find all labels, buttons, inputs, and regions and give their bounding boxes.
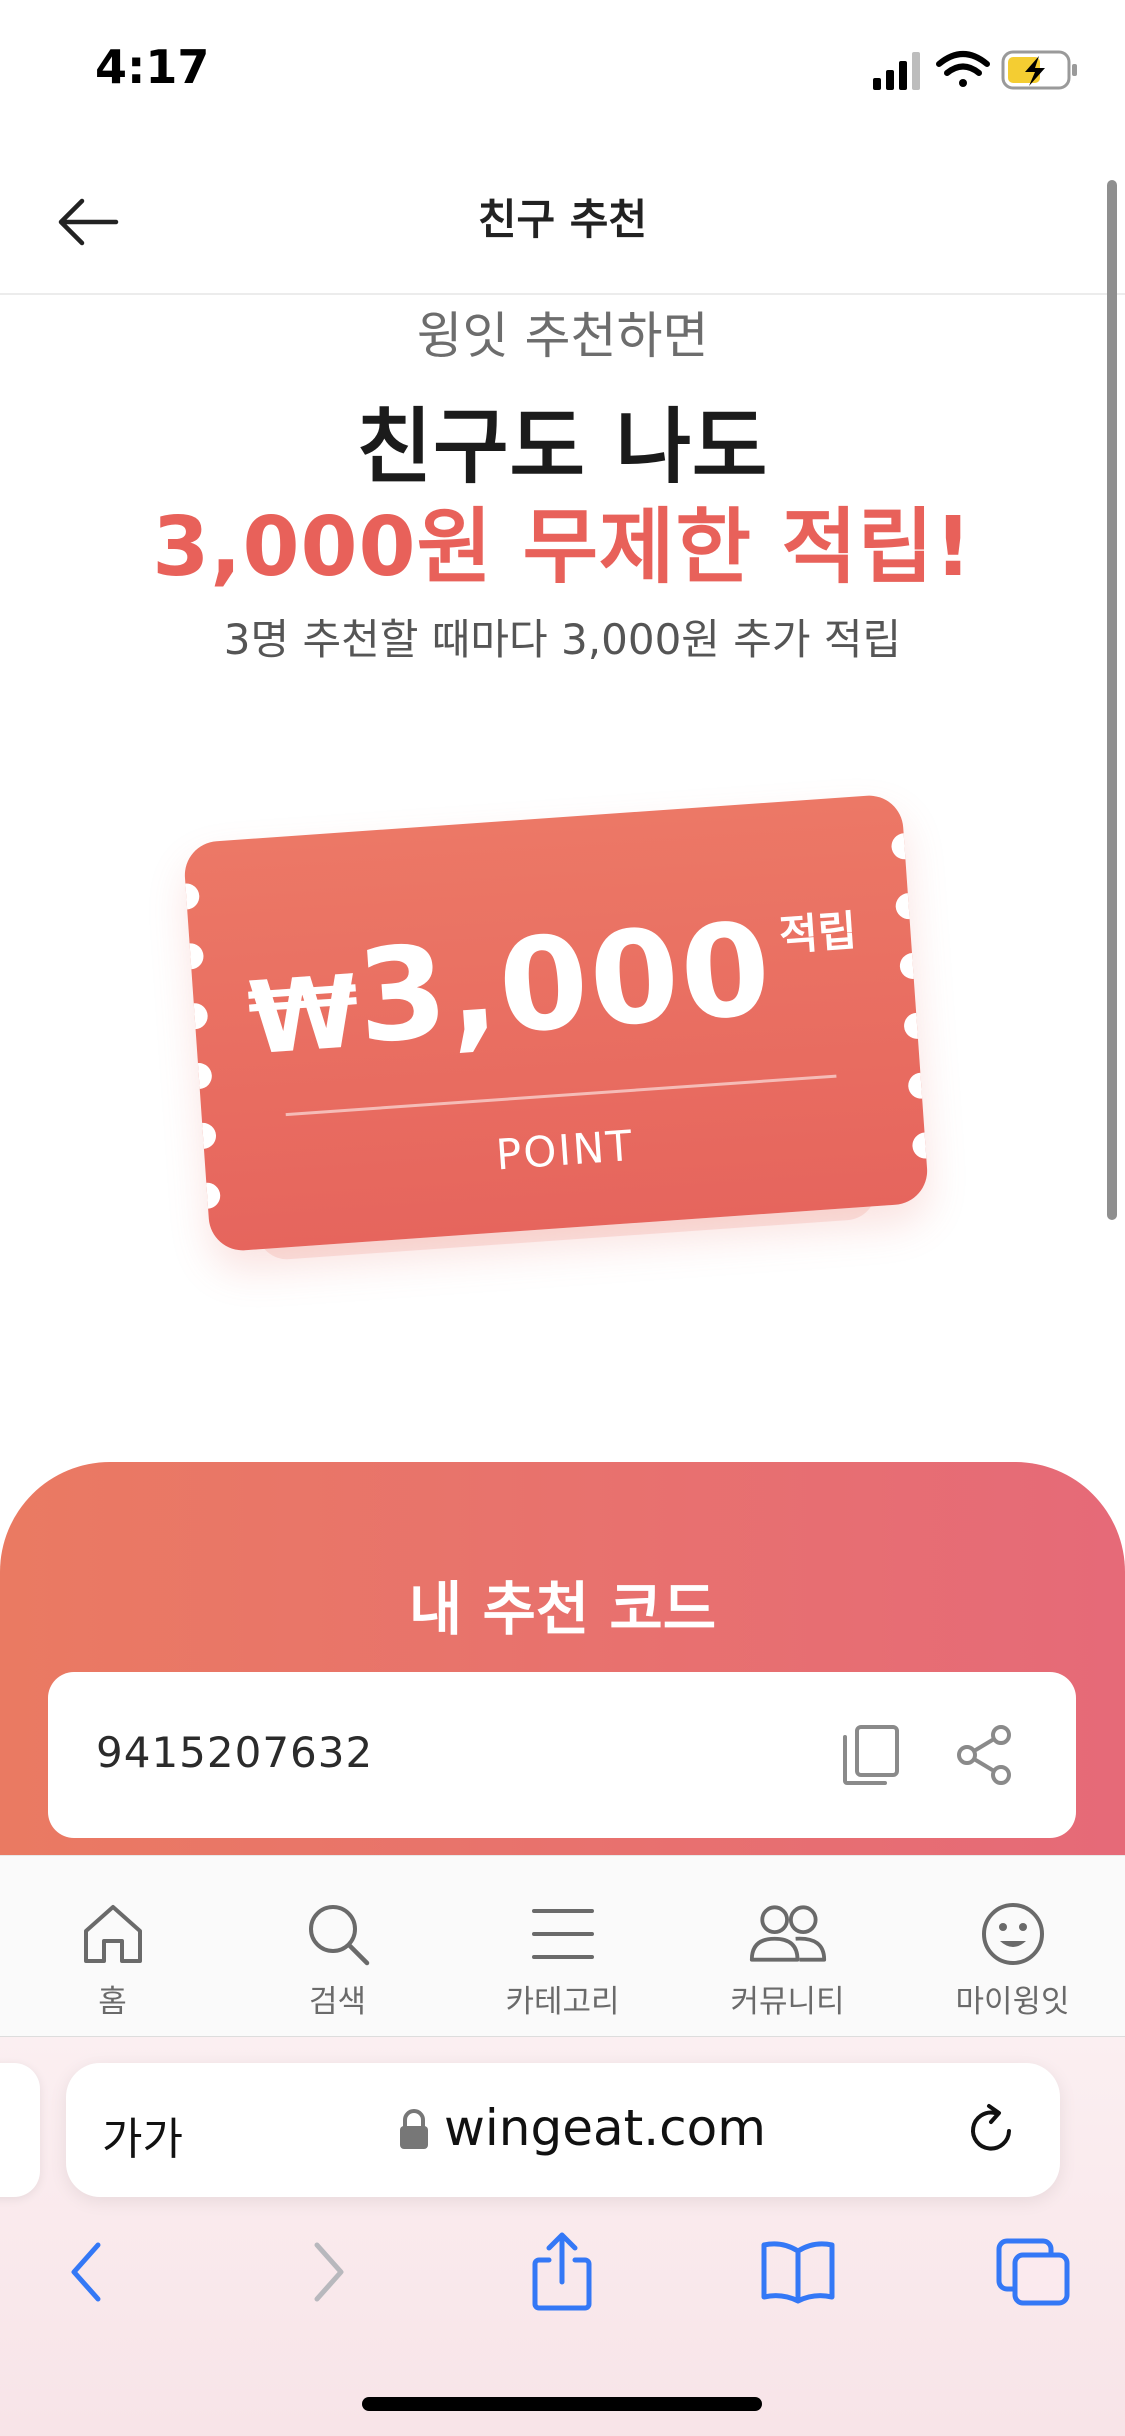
battery-icon	[1001, 50, 1077, 90]
tab-label: 마이윙잇	[955, 1984, 1070, 2020]
tab-label: 커뮤니티	[730, 1984, 845, 2020]
url-text[interactable]: wingeat.com	[444, 2099, 766, 2157]
smile-icon	[973, 1894, 1053, 1974]
tabs-icon	[996, 2238, 1070, 2306]
browser-forward-button[interactable]	[283, 2227, 373, 2317]
ticket-amount-value: 3,000	[352, 895, 777, 1073]
ticket-notch	[890, 832, 919, 861]
referral-title: 내 추천 코드	[408, 1575, 717, 1643]
status-time: 4:17	[95, 40, 210, 94]
previous-tab-card[interactable]	[0, 2063, 40, 2197]
tab-category[interactable]: 카테고리	[450, 1856, 675, 2038]
browser-bookmarks-button[interactable]	[753, 2227, 843, 2317]
wifi-icon	[936, 51, 990, 87]
referral-code: 9415207632	[96, 1728, 374, 1777]
text-size-button[interactable]: 가가	[102, 2103, 183, 2167]
lock-icon	[400, 2109, 428, 2149]
share-up-icon	[532, 2232, 592, 2311]
ticket-notch	[189, 1122, 217, 1150]
search-icon	[298, 1894, 378, 1974]
tab-home[interactable]: 홈	[0, 1856, 225, 2038]
tab-label: 홈	[98, 1984, 127, 2020]
ticket-notch	[182, 882, 201, 911]
point-ticket: ₩3,000적립 POINT	[182, 793, 930, 1253]
tab-search[interactable]: 검색	[225, 1856, 450, 2038]
reload-icon	[971, 2104, 1011, 2151]
tab-my-wingeat[interactable]: 마이윙잇	[900, 1856, 1125, 2038]
status-icons	[873, 48, 1083, 92]
tab-label: 카테고리	[505, 1984, 620, 2020]
book-icon	[761, 2241, 835, 2304]
ticket-point-label: POINT	[494, 1120, 636, 1180]
share-button[interactable]	[948, 1718, 1022, 1792]
people-icon	[748, 1894, 828, 1974]
ticket-notch	[907, 1071, 930, 1100]
address-bar[interactable]: 가가 wingeat.com	[66, 2063, 1060, 2197]
hero-highlight: 3,000원 무제한 적립!	[152, 500, 973, 595]
reload-button[interactable]	[962, 2099, 1022, 2159]
bottom-tab-bar: 홈 검색 카테고리 커뮤니티 마이윙잇	[0, 1855, 1125, 2037]
ticket-currency: ₩	[244, 952, 363, 1078]
status-bar: 4:17	[0, 0, 1125, 140]
menu-icon	[523, 1894, 603, 1974]
ticket-amount: ₩3,000적립	[189, 885, 918, 1084]
home-indicator	[362, 2397, 762, 2411]
browser-back-button[interactable]	[42, 2227, 132, 2317]
chevron-right-icon	[314, 2242, 344, 2302]
referral-code-box: 9415207632	[48, 1672, 1076, 1838]
copy-icon	[843, 1725, 899, 1785]
page-title: 친구 추천	[477, 195, 648, 244]
point-ticket-illustration: ₩3,000적립 POINT	[182, 790, 948, 1390]
ticket-divider	[285, 1074, 837, 1117]
browser-share-button[interactable]	[517, 2227, 607, 2317]
referral-section: 내 추천 코드 9415207632	[0, 1462, 1125, 1862]
copy-button[interactable]	[834, 1718, 908, 1792]
signal-icon	[873, 52, 920, 90]
browser-tabs-button[interactable]	[988, 2227, 1078, 2317]
browser-toolbar: 가가 wingeat.com	[0, 2037, 1125, 2436]
page-header: 친구 추천	[0, 140, 1125, 295]
tab-community[interactable]: 커뮤니티	[675, 1856, 900, 2038]
ticket-tag: 적립	[777, 905, 859, 961]
hero-subtitle: 윙잇 추천하면	[416, 307, 709, 365]
tab-label: 검색	[308, 1984, 367, 2020]
share-icon	[957, 1725, 1011, 1785]
hero-description: 3명 추천할 때마다 3,000원 추가 적립	[223, 615, 902, 664]
chevron-left-icon	[71, 2242, 101, 2302]
home-icon	[73, 1894, 153, 1974]
